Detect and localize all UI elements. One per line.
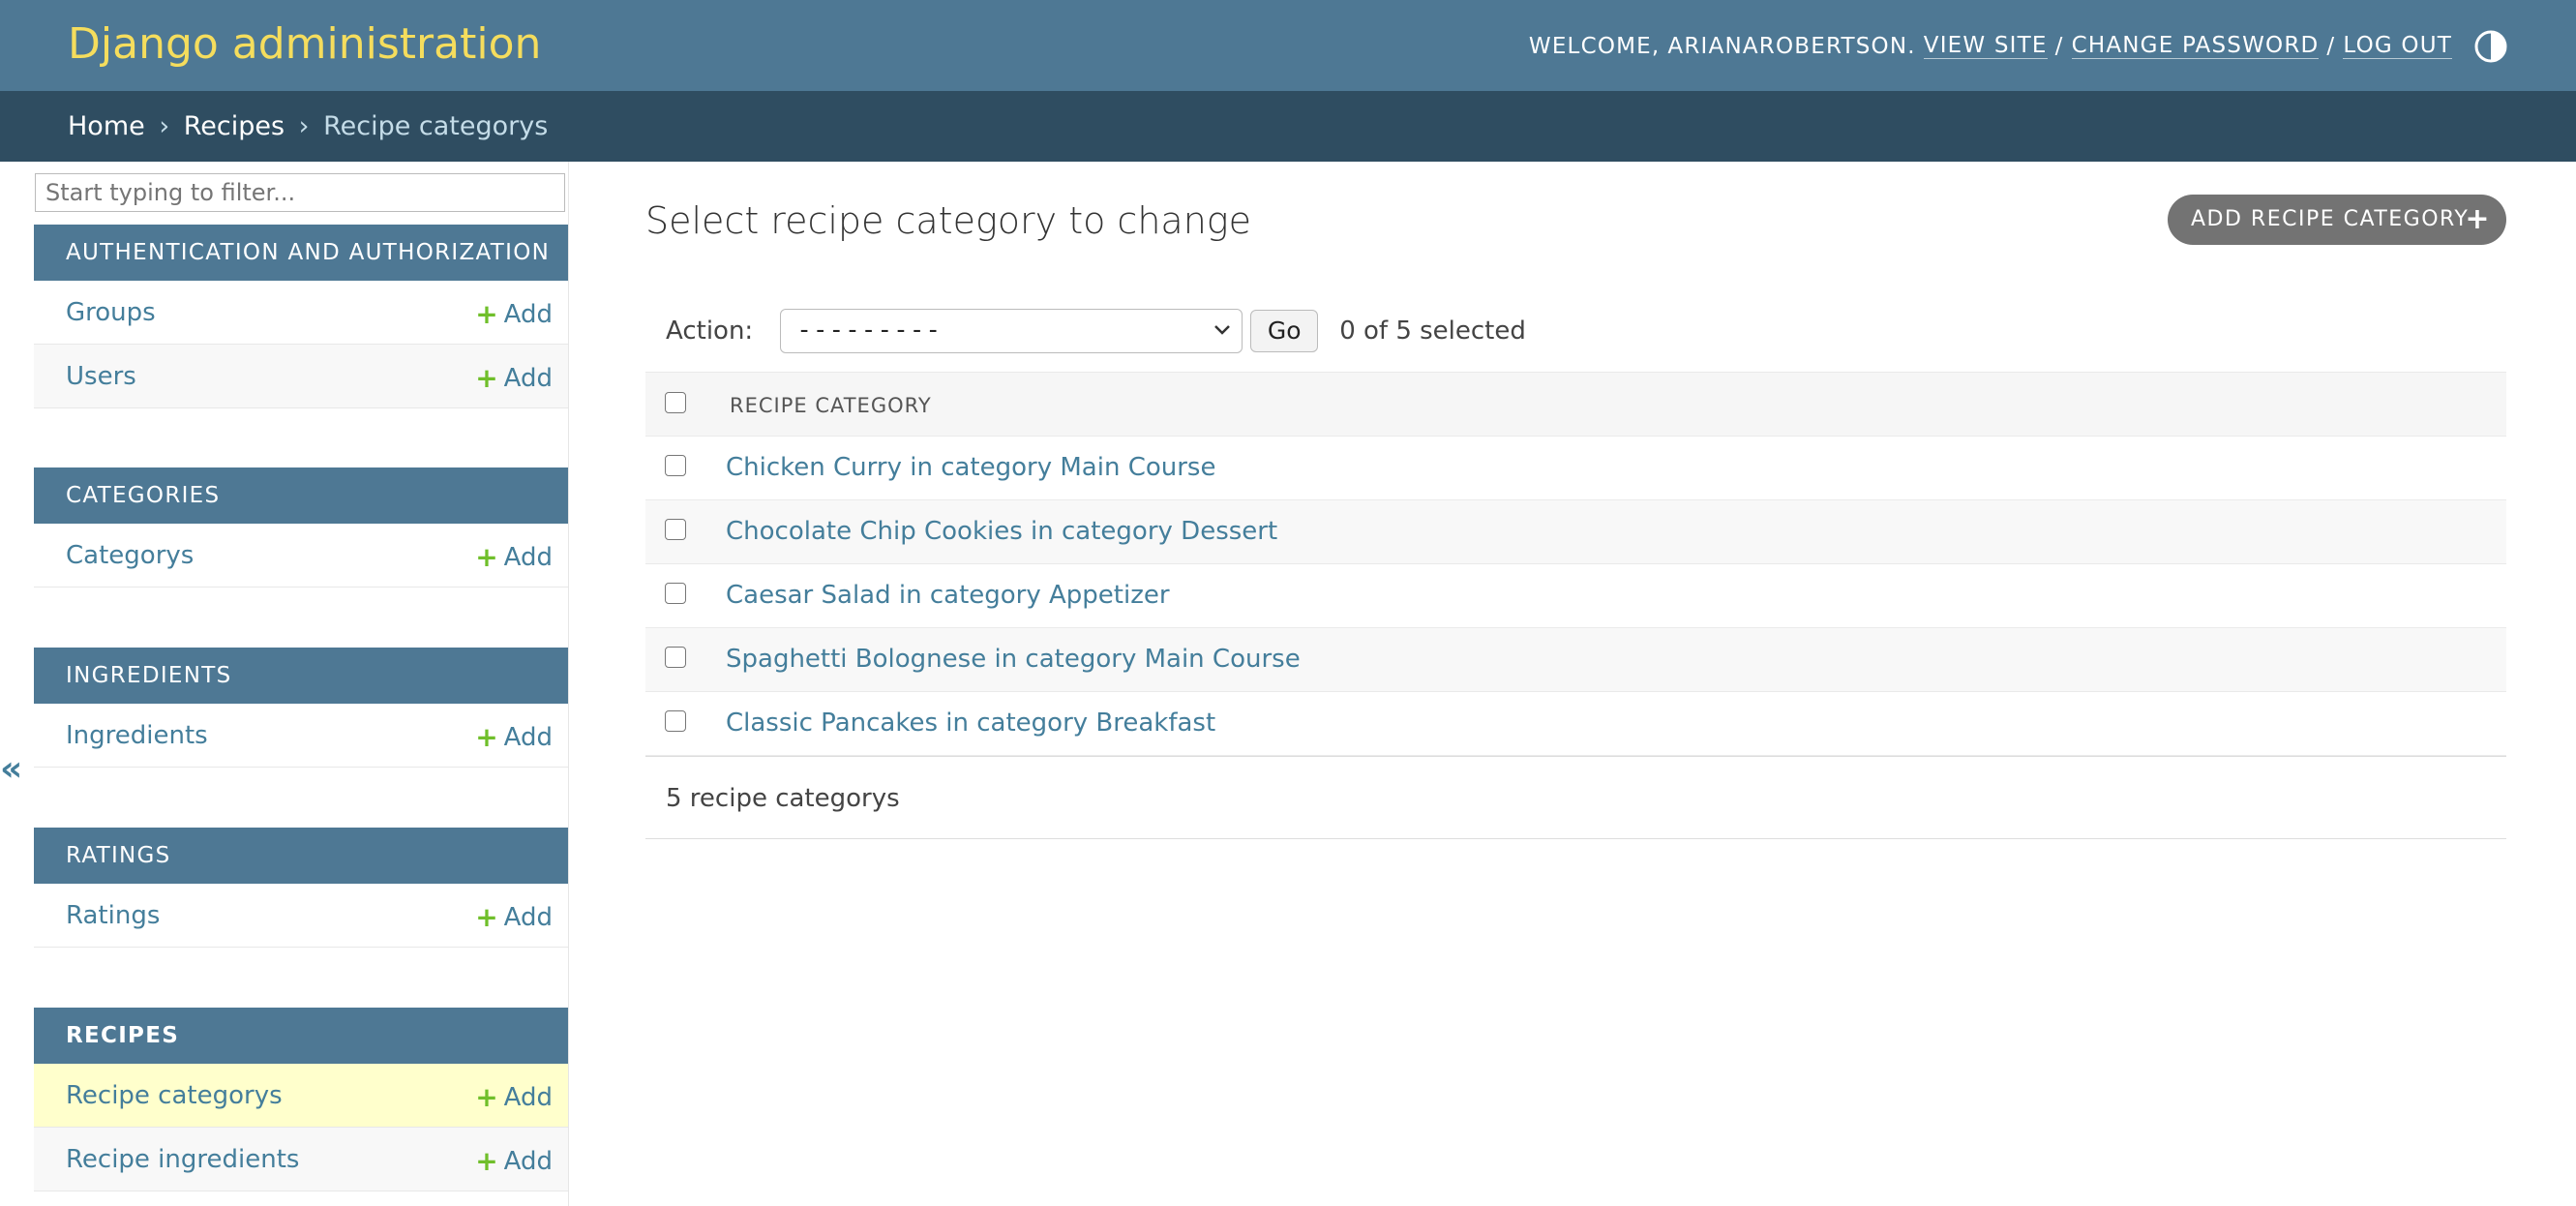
- column-header-recipe-category[interactable]: RECIPE CATEGORY: [730, 394, 932, 417]
- table-row: Caesar Salad in category Appetizer: [645, 564, 2506, 628]
- site-brand[interactable]: Django administration: [68, 19, 541, 69]
- table-row: Classic Pancakes in category Breakfast: [645, 692, 2506, 756]
- add-recipe-categorys-link[interactable]: + Add: [475, 1081, 553, 1113]
- sidebar-link-ingredients[interactable]: Ingredients: [66, 721, 208, 750]
- breadcrumb-recipes[interactable]: Recipes: [184, 111, 285, 141]
- add-label: Add: [503, 1146, 553, 1176]
- sidebar-link-categorys[interactable]: Categorys: [66, 541, 194, 570]
- breadcrumb-separator: ›: [159, 111, 170, 141]
- plus-icon: +: [475, 901, 498, 933]
- plus-icon: +: [475, 362, 498, 394]
- add-label: Add: [503, 1082, 553, 1112]
- page-title: Select recipe category to change: [645, 199, 1251, 242]
- add-label: Add: [503, 363, 553, 393]
- row-link[interactable]: Spaghetti Bolognese in category Main Cou…: [726, 645, 1301, 674]
- site-header: Django administration WELCOME, ARIANAROB…: [0, 0, 2576, 91]
- sidebar-link-ratings[interactable]: Ratings: [66, 901, 160, 930]
- add-label: Add: [503, 902, 553, 932]
- add-label: Add: [503, 299, 553, 329]
- sidebar-item-groups: Groups + Add: [34, 281, 568, 345]
- add-label: Add: [503, 722, 553, 752]
- theme-toggle-icon[interactable]: [2473, 29, 2508, 64]
- separator: /: [2326, 34, 2336, 59]
- module-caption[interactable]: CATEGORIES: [34, 467, 568, 524]
- plus-icon: +: [2465, 202, 2491, 236]
- module-caption[interactable]: RECIPES: [34, 1008, 568, 1064]
- module-ratings: RATINGS Ratings + Add: [34, 828, 568, 948]
- row-checkbox[interactable]: [665, 647, 686, 668]
- actions-bar: Action: --------- Go 0 of 5 selected: [645, 304, 1526, 358]
- breadcrumb-current: Recipe categorys: [323, 111, 549, 141]
- row-checkbox[interactable]: [665, 455, 686, 476]
- sidebar-link-recipe-categorys[interactable]: Recipe categorys: [66, 1081, 283, 1110]
- table-row: Chicken Curry in category Main Course: [645, 437, 2506, 500]
- add-label: Add: [503, 542, 553, 572]
- separator: /: [2054, 34, 2064, 59]
- add-recipe-category-button[interactable]: ADD RECIPE CATEGORY +: [2168, 195, 2506, 245]
- go-button[interactable]: Go: [1250, 310, 1319, 352]
- add-ratings-link[interactable]: + Add: [475, 901, 553, 933]
- row-link[interactable]: Classic Pancakes in category Breakfast: [726, 709, 1215, 738]
- row-checkbox[interactable]: [665, 583, 686, 604]
- breadcrumb-separator: ›: [298, 111, 310, 141]
- row-checkbox[interactable]: [665, 710, 686, 732]
- sidebar-item-categorys: Categorys + Add: [34, 524, 568, 588]
- sidebar-collapse-icon[interactable]: «: [0, 749, 22, 789]
- welcome-text: WELCOME,: [1528, 34, 1661, 59]
- module-caption[interactable]: INGREDIENTS: [34, 648, 568, 704]
- plus-icon: +: [475, 1145, 498, 1177]
- sidebar-item-ratings: Ratings + Add: [34, 884, 568, 948]
- results-table: RECIPE CATEGORY Chicken Curry in categor…: [645, 372, 2506, 839]
- add-categorys-link[interactable]: + Add: [475, 541, 553, 573]
- row-link[interactable]: Chocolate Chip Cookies in category Desse…: [726, 517, 1277, 546]
- sidebar-link-users[interactable]: Users: [66, 362, 136, 391]
- selected-count: 0 of 5 selected: [1339, 317, 1526, 346]
- row-link[interactable]: Caesar Salad in category Appetizer: [726, 581, 1170, 610]
- row-checkbox[interactable]: [665, 519, 686, 540]
- module-caption[interactable]: AUTHENTICATION AND AUTHORIZATION: [34, 225, 568, 281]
- row-link[interactable]: Chicken Curry in category Main Course: [726, 453, 1215, 482]
- result-count: 5 recipe categorys: [645, 756, 2506, 839]
- plus-icon: +: [475, 721, 498, 753]
- log-out-link[interactable]: LOG OUT: [2343, 33, 2452, 60]
- action-selected-value: ---------: [796, 316, 943, 345]
- table-header: RECIPE CATEGORY: [645, 372, 2506, 437]
- nav-filter-input[interactable]: [35, 173, 565, 212]
- plus-icon: +: [475, 298, 498, 330]
- module-categories: CATEGORIES Categorys + Add: [34, 467, 568, 588]
- table-row: Spaghetti Bolognese in category Main Cou…: [645, 628, 2506, 692]
- user-tools: WELCOME, ARIANAROBERTSON. VIEW SITE / CH…: [1529, 29, 2508, 64]
- module-caption[interactable]: RATINGS: [34, 828, 568, 884]
- breadcrumb-home[interactable]: Home: [68, 111, 145, 141]
- sidebar-item-recipe-categorys: Recipe categorys + Add: [34, 1064, 568, 1128]
- sidebar-link-groups[interactable]: Groups: [66, 298, 156, 327]
- chevron-down-icon: [1213, 310, 1232, 364]
- module-recipes: RECIPES Recipe categorys + Add Recipe ing…: [34, 1008, 568, 1191]
- select-all-checkbox[interactable]: [665, 392, 686, 413]
- add-recipe-ingredients-link[interactable]: + Add: [475, 1145, 553, 1177]
- sidebar-item-ingredients: Ingredients + Add: [34, 704, 568, 768]
- sidebar-item-recipe-ingredients: Recipe ingredients + Add: [34, 1128, 568, 1191]
- plus-icon: +: [475, 1081, 498, 1113]
- breadcrumb: Home › Recipes › Recipe categorys: [0, 91, 2576, 162]
- action-select[interactable]: ---------: [780, 309, 1243, 353]
- add-button-label: ADD RECIPE CATEGORY: [2191, 207, 2470, 231]
- sidebar-link-recipe-ingredients[interactable]: Recipe ingredients: [66, 1145, 299, 1174]
- sidebar-item-users: Users + Add: [34, 345, 568, 408]
- module-auth: AUTHENTICATION AND AUTHORIZATION Groups …: [34, 225, 568, 408]
- table-row: Chocolate Chip Cookies in category Desse…: [645, 500, 2506, 564]
- nav-sidebar: AUTHENTICATION AND AUTHORIZATION Groups …: [34, 162, 569, 1206]
- view-site-link[interactable]: VIEW SITE: [1923, 33, 2048, 60]
- add-users-link[interactable]: + Add: [475, 362, 553, 394]
- add-ingredients-link[interactable]: + Add: [475, 721, 553, 753]
- change-password-link[interactable]: CHANGE PASSWORD: [2071, 33, 2320, 60]
- plus-icon: +: [475, 541, 498, 573]
- action-label: Action:: [666, 317, 754, 346]
- module-ingredients: INGREDIENTS Ingredients + Add: [34, 648, 568, 768]
- add-groups-link[interactable]: + Add: [475, 298, 553, 330]
- username: ARIANAROBERTSON.: [1667, 34, 1916, 59]
